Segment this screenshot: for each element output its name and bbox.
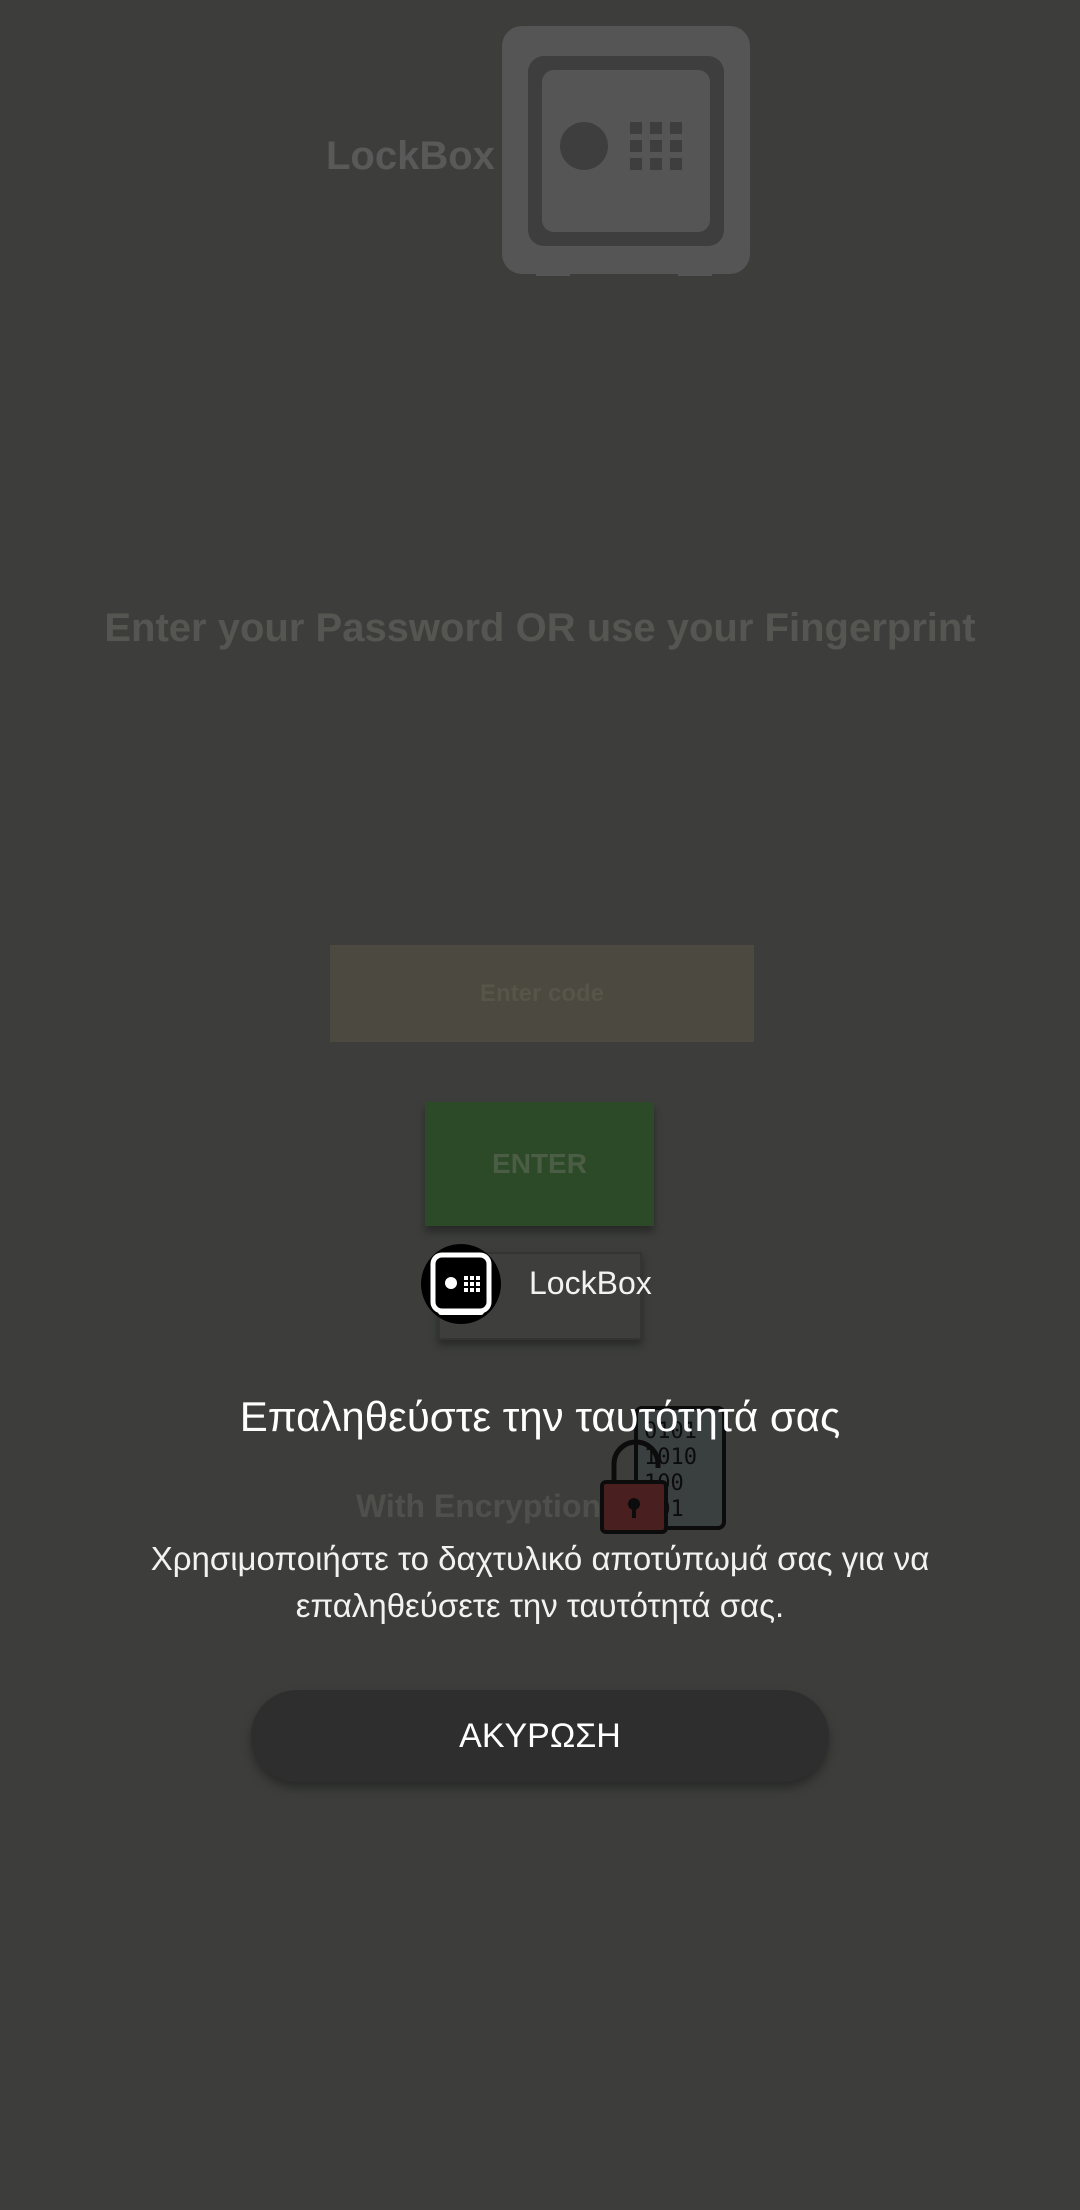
biometric-dialog: LockBox Επαληθεύστε την ταυτότητά σας Χρ… xyxy=(0,0,1080,2210)
dialog-title: Επαληθεύστε την ταυτότητά σας xyxy=(239,1393,841,1440)
dialog-description: Χρησιμοποιήστε το δαχτυλικό αποτύπωμά σα… xyxy=(150,1540,930,1624)
cancel-button[interactable]: ΑΚΥΡΩΣΗ xyxy=(251,1690,829,1782)
safe-icon xyxy=(420,1243,502,1325)
dialog-app-name: LockBox xyxy=(529,1265,652,1301)
